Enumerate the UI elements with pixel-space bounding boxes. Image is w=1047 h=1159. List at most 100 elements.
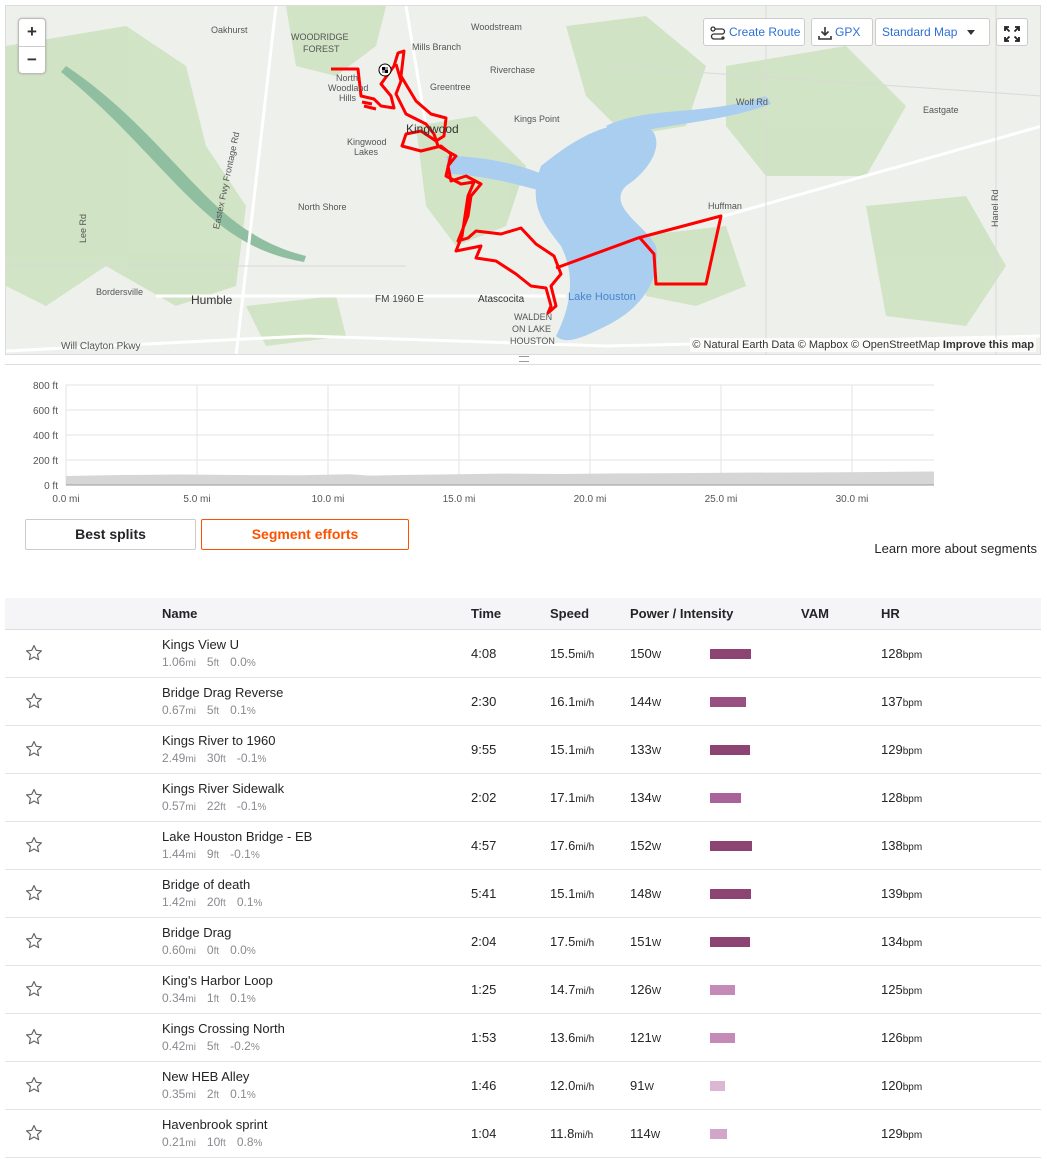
star-icon[interactable] — [25, 932, 43, 950]
table-row[interactable]: New HEB Alley 0.35mi 2ft 0.1% 1:46 12.0mi/h 91… — [5, 1062, 1041, 1110]
segment-name-link[interactable]: Lake Houston Bridge - EB — [162, 829, 312, 844]
segment-name-link[interactable]: Kings Crossing North — [162, 1021, 285, 1036]
segment-name-link[interactable]: Kings River to 1960 — [162, 733, 275, 748]
map-style-select[interactable]: Standard Map — [875, 18, 990, 46]
tab-segment-efforts[interactable]: Segment efforts — [201, 519, 409, 550]
segment-name-link[interactable]: New HEB Alley — [162, 1069, 249, 1084]
effort-hr: 129bpm — [881, 742, 923, 757]
effort-power: 121W — [630, 1030, 662, 1045]
effort-time: 1:53 — [471, 1030, 497, 1045]
header-power[interactable]: Power / Intensity — [630, 606, 733, 621]
zoom-out-button[interactable]: − — [19, 46, 45, 73]
segment-efforts-table: Name Time Speed Power / Intensity VAM HR… — [5, 598, 1041, 1158]
finish-flag-icon — [378, 63, 392, 77]
segment-grade: 0.1 — [236, 895, 254, 909]
improve-map-link[interactable]: Improve this map — [943, 339, 1034, 351]
header-hr[interactable]: HR — [881, 606, 900, 621]
segment-stats: 0.42mi 5ft -0.2% — [162, 1039, 260, 1053]
x-tick-label: 15.0 mi — [443, 494, 476, 505]
header-name[interactable]: Name — [162, 606, 197, 621]
star-icon[interactable] — [25, 1076, 43, 1094]
effort-hr: 120bpm — [881, 1078, 923, 1093]
caret-down-icon — [966, 30, 975, 36]
intensity-bar — [710, 985, 735, 995]
table-row[interactable]: Lake Houston Bridge - EB 1.44mi 9ft -0.1% 4:… — [5, 822, 1041, 870]
segment-grade: -0.1 — [236, 799, 258, 813]
segment-stats: 2.49mi 30ft -0.1% — [162, 751, 267, 765]
header-time[interactable]: Time — [471, 606, 501, 621]
table-row[interactable]: Havenbrook sprint 0.21mi 10ft 0.8% 1:04 11.8m… — [5, 1110, 1041, 1158]
map-label: Hanel Rd — [990, 189, 1000, 227]
y-tick-label: 800 ft — [33, 381, 58, 392]
star-icon[interactable] — [25, 1028, 43, 1046]
tab-best-splits[interactable]: Best splits — [25, 519, 196, 550]
segment-stats: 0.67mi 5ft 0.1% — [162, 703, 256, 717]
learn-more-link[interactable]: Learn more about segments — [874, 541, 1037, 556]
map-label: Woodstream — [471, 22, 522, 32]
table-row[interactable]: Kings View U 1.06mi 5ft 0.0% 4:08 15.5mi/h 150… — [5, 630, 1041, 678]
map-label: Lee Rd — [78, 213, 88, 243]
create-route-button[interactable]: Create Route — [703, 18, 805, 46]
effort-time: 5:41 — [471, 886, 497, 901]
table-row[interactable]: Bridge Drag 0.60mi 0ft 0.0% 2:04 17.5mi/h 151W… — [5, 918, 1041, 966]
segment-name-link[interactable]: Kings View U — [162, 637, 239, 652]
route-icon — [710, 26, 726, 40]
intensity-bar — [710, 841, 752, 851]
map-label: Bordersville — [96, 287, 144, 297]
segment-grade: 0.1 — [230, 991, 247, 1005]
effort-hr: 128bpm — [881, 646, 923, 661]
zoom-control: + − — [18, 18, 46, 74]
x-tick-label: 5.0 mi — [183, 494, 210, 505]
map-label: Eastgate — [923, 105, 959, 115]
star-icon[interactable] — [25, 788, 43, 806]
segment-name-link[interactable]: King's Harbor Loop — [162, 973, 273, 988]
effort-time: 2:30 — [471, 694, 497, 709]
intensity-bar — [710, 937, 750, 947]
map-attribution: © Natural Earth Data © Mapbox © OpenStre… — [690, 338, 1036, 352]
effort-speed: 15.5mi/h — [550, 646, 595, 661]
star-icon[interactable] — [25, 1124, 43, 1142]
elevation-chart: 800 ft 600 ft 400 ft 200 ft 0 ft 0.0 mi … — [33, 381, 934, 505]
star-icon[interactable] — [25, 980, 43, 998]
table-row[interactable]: Kings Crossing North 0.42mi 5ft -0.2% 1:53 13… — [5, 1014, 1041, 1062]
star-icon[interactable] — [25, 644, 43, 662]
segment-distance: 0.21 — [162, 1135, 186, 1149]
star-icon[interactable] — [25, 836, 43, 854]
map-label: North — [336, 73, 359, 83]
segment-elevation: 5 — [206, 655, 214, 669]
segment-elevation: 30 — [206, 751, 221, 765]
star-icon[interactable] — [25, 692, 43, 710]
intensity-bar — [710, 1129, 727, 1139]
effort-speed: 15.1mi/h — [550, 742, 595, 757]
effort-hr: 129bpm — [881, 1126, 923, 1141]
fullscreen-icon — [1004, 25, 1020, 51]
zoom-in-button[interactable]: + — [19, 19, 45, 46]
header-vam[interactable]: VAM — [801, 606, 829, 621]
segment-name-link[interactable]: Bridge Drag Reverse — [162, 685, 283, 700]
segment-distance: 1.44 — [162, 847, 186, 861]
fullscreen-button[interactable] — [996, 18, 1028, 46]
star-icon[interactable] — [25, 884, 43, 902]
star-icon[interactable] — [25, 740, 43, 758]
segment-grade: 0.8 — [236, 1135, 254, 1149]
table-row[interactable]: Kings River to 1960 2.49mi 30ft -0.1% 9:55 15… — [5, 726, 1041, 774]
resize-handle[interactable] — [5, 355, 1041, 365]
segment-name-link[interactable]: Bridge Drag — [162, 925, 231, 940]
segment-name-link[interactable]: Kings River Sidewalk — [162, 781, 284, 796]
map-label: Mills Branch — [412, 42, 462, 52]
effort-hr: 137bpm — [881, 694, 923, 709]
table-row[interactable]: Bridge Drag Reverse 0.67mi 5ft 0.1% 2:30 16.1… — [5, 678, 1041, 726]
x-tick-label: 25.0 mi — [705, 494, 738, 505]
route-map[interactable]: Oakhurst WOODRIDGE FOREST Woodstream Mil… — [5, 5, 1041, 355]
map-label: ON LAKE — [512, 324, 552, 334]
map-label: Lakes — [354, 147, 379, 157]
segment-name-link[interactable]: Havenbrook sprint — [162, 1117, 268, 1132]
gpx-download-button[interactable]: GPX — [811, 18, 873, 46]
table-row[interactable]: Kings River Sidewalk 0.57mi 22ft -0.1% 2:02 1… — [5, 774, 1041, 822]
intensity-bar — [710, 793, 741, 803]
effort-power: 134W — [630, 790, 662, 805]
table-row[interactable]: King's Harbor Loop 0.34mi 1ft 0.1% 1:25 14.7m… — [5, 966, 1041, 1014]
table-row[interactable]: Bridge of death 1.42mi 20ft 0.1% 5:41 15.1mi/… — [5, 870, 1041, 918]
segment-name-link[interactable]: Bridge of death — [162, 877, 250, 892]
header-speed[interactable]: Speed — [550, 606, 589, 621]
